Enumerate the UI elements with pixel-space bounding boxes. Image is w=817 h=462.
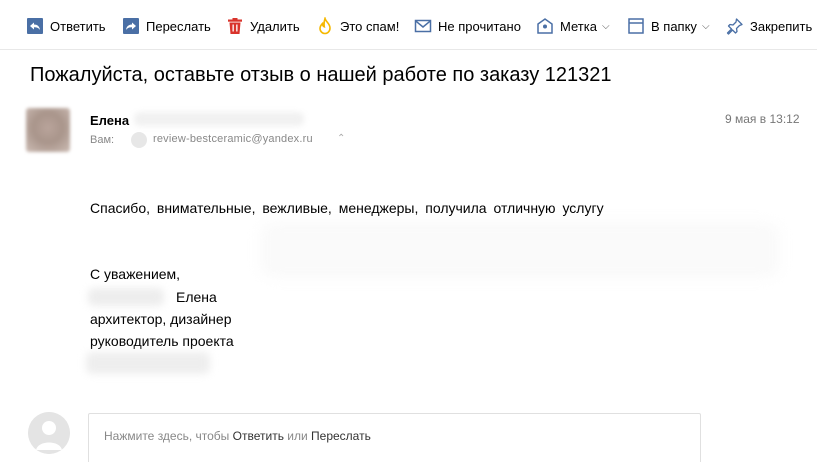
user-avatar xyxy=(28,412,70,454)
pin-icon xyxy=(726,17,744,35)
quick-reply-prefix: Нажмите здесь, чтобы xyxy=(104,429,233,443)
recipient-email[interactable]: review-bestceramic@yandex.ru xyxy=(153,133,313,145)
delete-button[interactable]: Удалить xyxy=(226,14,300,38)
reply-label: Ответить xyxy=(50,18,106,34)
chevron-down-icon: ⌵ xyxy=(701,20,710,32)
delete-label: Удалить xyxy=(250,18,300,34)
recipient-label: Вам: xyxy=(90,134,115,146)
signature-role: руководитель проекта xyxy=(90,333,234,349)
envelope-icon xyxy=(414,17,432,35)
message-date: 9 мая в 13:12 xyxy=(725,112,800,126)
quick-reply-separator: или xyxy=(283,429,312,443)
mark-unread-button[interactable]: Не прочитано xyxy=(414,14,521,38)
signature-title: архитектор, дизайнер xyxy=(90,311,232,327)
chevron-up-icon[interactable]: ⌃ xyxy=(337,133,345,144)
unread-label: Не прочитано xyxy=(438,18,521,34)
label-dropdown[interactable]: Метка ⌵ xyxy=(536,14,610,38)
message-toolbar: Ответить Переслать Удалить Это спам! Не … xyxy=(0,0,817,50)
signature-name: Елена xyxy=(176,289,217,305)
spam-label: Это спам! xyxy=(340,18,400,34)
sender-surname-redacted xyxy=(134,112,304,126)
flame-icon xyxy=(316,17,334,35)
reply-button[interactable]: Ответить xyxy=(26,14,106,38)
quick-forward-link[interactable]: Переслать xyxy=(311,429,371,443)
pin-button[interactable]: Закрепить xyxy=(726,14,812,38)
signature-greeting: С уважением, xyxy=(90,266,181,282)
forward-label: Переслать xyxy=(146,18,211,34)
quick-reply-box[interactable]: Нажмите здесь, чтобы Ответить или Пересл… xyxy=(88,413,701,462)
forward-button[interactable]: Переслать xyxy=(122,14,211,38)
signature-contact-redacted xyxy=(86,352,210,374)
recipient-avatar-icon xyxy=(131,132,147,148)
signature-surname-redacted xyxy=(88,288,164,306)
quick-reply-prompt: Нажмите здесь, чтобы Ответить или Пересл… xyxy=(104,429,371,443)
sender-avatar[interactable] xyxy=(26,108,70,152)
move-to-folder-dropdown[interactable]: В папку ⌵ xyxy=(627,14,710,38)
folder-icon xyxy=(627,17,645,35)
sender-name[interactable]: Елена xyxy=(90,113,129,128)
label-label: Метка xyxy=(560,18,597,34)
body-text-line: Спасибо, внимательные, вежливые, менедже… xyxy=(90,200,604,216)
faded-watermark xyxy=(260,222,780,278)
folder-label: В папку xyxy=(651,18,697,34)
forward-icon xyxy=(122,17,140,35)
chevron-down-icon: ⌵ xyxy=(601,20,610,32)
message-subject: Пожалуйста, оставьте отзыв о нашей работ… xyxy=(30,64,612,86)
spam-button[interactable]: Это спам! xyxy=(316,14,399,38)
reply-icon xyxy=(26,17,44,35)
pin-label: Закрепить xyxy=(750,18,813,34)
tag-icon xyxy=(536,17,554,35)
trash-icon xyxy=(226,17,244,35)
quick-reply-link[interactable]: Ответить xyxy=(233,429,284,443)
